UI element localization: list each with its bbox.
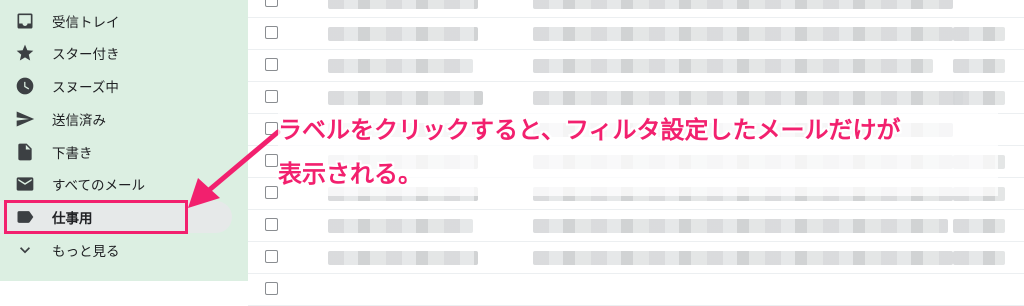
sidebar-item-label: 受信トレイ <box>52 15 120 31</box>
row-checkbox[interactable] <box>265 122 278 135</box>
sidebar-item-label: もっと見る <box>52 244 120 260</box>
table-row[interactable] <box>248 210 1024 242</box>
table-row[interactable] <box>248 242 1024 274</box>
row-checkbox[interactable] <box>265 186 278 199</box>
annotation-line-1: ラベルをクリックすると、フィルタ設定したメールだけが <box>278 116 901 144</box>
sidebar-item-label: 送信済み <box>52 113 106 129</box>
annotation-text: ラベルをクリックすると、フィルタ設定したメールだけが 表示される。 <box>278 108 998 196</box>
sidebar-item-label: スヌーズ中 <box>52 80 119 96</box>
row-checkbox[interactable] <box>265 154 278 167</box>
clock-icon <box>14 75 36 97</box>
sidebar-item-inbox[interactable]: 受信トレイ <box>0 5 232 37</box>
table-row[interactable] <box>248 0 1024 18</box>
row-checkbox[interactable] <box>265 26 278 39</box>
row-checkbox[interactable] <box>265 250 278 263</box>
mail-icon <box>14 173 36 195</box>
table-row[interactable] <box>248 18 1024 50</box>
sidebar-item-sent[interactable]: 送信済み <box>0 103 232 135</box>
sidebar-item-snoozed[interactable]: スヌーズ中 <box>0 70 232 102</box>
inbox-icon <box>14 10 36 32</box>
row-checkbox[interactable] <box>265 218 278 231</box>
sidebar-item-label: 下書き <box>52 146 93 162</box>
sidebar-item-starred[interactable]: スター付き <box>0 37 232 69</box>
highlight-box <box>4 200 188 234</box>
annotation-line-2: 表示される。 <box>278 160 422 188</box>
table-row[interactable] <box>248 274 1024 306</box>
draft-icon <box>14 141 36 163</box>
row-checkbox[interactable] <box>265 282 278 295</box>
sidebar-item-all-mail[interactable]: すべてのメール <box>0 168 232 200</box>
chevron-down-icon <box>14 239 36 261</box>
table-row[interactable] <box>248 50 1024 82</box>
send-icon <box>14 108 36 130</box>
sidebar-item-label: スター付き <box>52 47 120 63</box>
row-checkbox[interactable] <box>265 58 278 71</box>
sidebar-item-more[interactable]: もっと見る <box>0 234 232 266</box>
sidebar-item-label: すべてのメール <box>52 178 146 194</box>
row-checkbox[interactable] <box>265 90 278 103</box>
sidebar-item-drafts[interactable]: 下書き <box>0 136 232 168</box>
star-icon <box>14 42 36 64</box>
sidebar: 受信トレイ スター付き スヌーズ中 送信済み 下書き すべてのメール 仕事用 も… <box>0 0 248 281</box>
row-checkbox[interactable] <box>265 0 278 7</box>
